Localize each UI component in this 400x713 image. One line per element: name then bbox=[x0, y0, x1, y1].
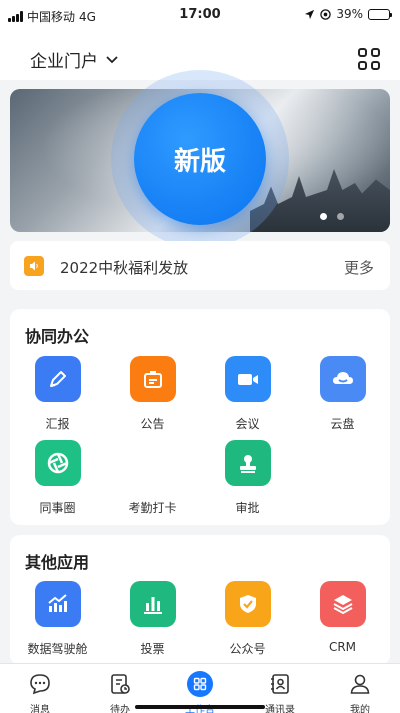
notice-bar[interactable]: 2022中秋福利发放 更多 bbox=[10, 241, 390, 290]
stamp-icon bbox=[224, 440, 271, 486]
app-label: 公众号 bbox=[229, 642, 266, 656]
app-vote[interactable]: 投票 bbox=[105, 581, 200, 657]
speaker-icon bbox=[24, 256, 44, 276]
home-indicator bbox=[135, 705, 265, 709]
bar-chart-icon bbox=[129, 581, 176, 627]
tab-label: 我的 bbox=[350, 705, 370, 713]
portal-switcher[interactable]: 企业门户 bbox=[30, 47, 118, 72]
layers-icon bbox=[319, 581, 366, 627]
section-title: 协同办公 bbox=[25, 327, 90, 346]
tab-messages[interactable]: 消息 bbox=[0, 664, 80, 713]
status-bar: 中国移动 4G 17:00 39% bbox=[0, 0, 400, 30]
section-other-apps: 其他应用 数据驾驶舱 投票 公众号 CRM bbox=[10, 535, 390, 665]
app-moments[interactable]: 同事圈 bbox=[10, 440, 105, 516]
tab-me[interactable]: 我的 bbox=[320, 664, 400, 713]
app-approval[interactable]: 审批 bbox=[200, 440, 295, 516]
app-label: 公告 bbox=[140, 417, 165, 431]
page-title: 企业门户 bbox=[30, 52, 98, 72]
alarm-lock-icon bbox=[320, 8, 332, 20]
section-collaboration: 协同办公 汇报 公告 会议 云盘 同事圈 考勤打卡 审批 bbox=[10, 309, 390, 525]
bottom-tab-bar: 消息 待办 工作台 通讯录 我的 bbox=[0, 663, 400, 713]
app-official-account[interactable]: 公众号 bbox=[200, 581, 295, 657]
app-label: 考勤打卡 bbox=[128, 501, 177, 515]
status-right: 39% bbox=[304, 7, 392, 21]
battery-percent: 39% bbox=[336, 7, 363, 21]
app-label: 云盘 bbox=[330, 417, 355, 431]
chart-trend-icon bbox=[34, 581, 81, 627]
todo-icon bbox=[80, 670, 160, 698]
video-camera-icon bbox=[224, 356, 271, 402]
app-attendance[interactable]: 考勤打卡 bbox=[105, 440, 200, 516]
announcement-icon bbox=[129, 356, 176, 402]
app-grid-icon[interactable] bbox=[358, 48, 380, 70]
chevron-down-icon bbox=[106, 55, 118, 63]
app-data-cockpit[interactable]: 数据驾驶舱 bbox=[10, 581, 105, 657]
new-version-badge[interactable]: 新版 bbox=[134, 93, 266, 225]
attendance-icon-placeholder bbox=[130, 440, 176, 486]
pen-icon bbox=[34, 356, 81, 402]
carousel-dot[interactable] bbox=[320, 213, 327, 220]
app-label: 汇报 bbox=[45, 417, 70, 431]
app-announcement[interactable]: 公告 bbox=[105, 356, 200, 432]
app-cloud-drive[interactable]: 云盘 bbox=[295, 356, 390, 432]
app-meeting[interactable]: 会议 bbox=[200, 356, 295, 432]
shield-check-icon bbox=[224, 581, 271, 627]
app-crm[interactable]: CRM bbox=[295, 581, 390, 654]
aperture-icon bbox=[34, 440, 81, 486]
app-label: 投票 bbox=[140, 642, 165, 656]
app-label: 审批 bbox=[235, 501, 260, 515]
app-label: 数据驾驶舱 bbox=[27, 642, 88, 656]
carousel-dot[interactable] bbox=[337, 213, 344, 220]
notice-more-link[interactable]: 更多 bbox=[344, 257, 374, 278]
workbench-icon bbox=[160, 670, 240, 698]
notice-text: 2022中秋福利发放 bbox=[60, 259, 189, 277]
contacts-icon bbox=[240, 670, 320, 698]
app-label: CRM bbox=[328, 640, 357, 654]
chat-icon bbox=[0, 670, 80, 698]
section-title: 其他应用 bbox=[25, 553, 90, 572]
battery-icon bbox=[368, 8, 392, 20]
app-label: 同事圈 bbox=[39, 501, 76, 515]
location-arrow-icon bbox=[305, 9, 315, 19]
user-icon bbox=[320, 670, 400, 698]
tab-label: 消息 bbox=[30, 705, 50, 713]
app-label: 会议 bbox=[235, 417, 260, 431]
cloud-icon bbox=[319, 356, 366, 402]
app-report[interactable]: 汇报 bbox=[10, 356, 105, 432]
